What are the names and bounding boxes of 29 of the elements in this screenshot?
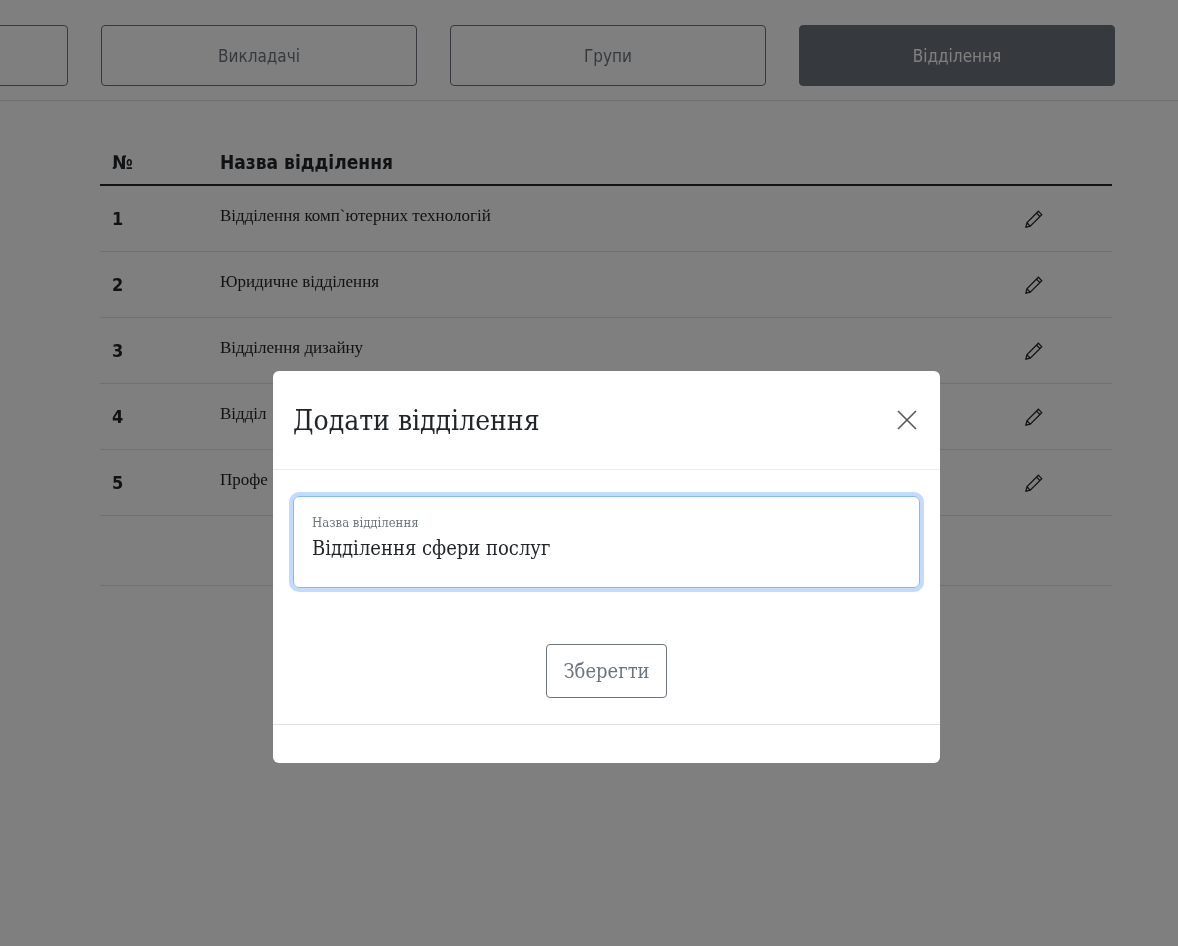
edit-button[interactable]	[1024, 472, 1044, 493]
edit-button[interactable]	[1024, 340, 1044, 361]
department-name: Відділення комп`ютерних технологій	[220, 205, 491, 226]
edit-button[interactable]	[1024, 274, 1044, 295]
tab[interactable]: Відділення	[799, 25, 1115, 86]
department-name: Профе	[220, 469, 268, 490]
row-number: 3	[111, 340, 125, 361]
edit-button[interactable]	[1024, 208, 1044, 229]
row-number: 5	[111, 472, 125, 493]
pencil-icon	[1024, 340, 1044, 361]
pencil-icon	[1024, 208, 1044, 229]
column-header: Назва відділення	[220, 150, 393, 173]
column-header: №	[111, 150, 134, 173]
pencil-icon	[1024, 406, 1044, 427]
save-button[interactable]: Зберегти	[546, 644, 667, 698]
department-name: Відділення дизайну	[220, 337, 364, 358]
field-label: Назва відділення	[312, 515, 419, 530]
row-number: 1	[111, 208, 125, 229]
row-number: 2	[111, 274, 125, 295]
department-name: Відділ	[220, 403, 267, 424]
text-input[interactable]: Відділення сфери послуг	[312, 536, 901, 560]
pencil-icon	[1024, 274, 1044, 295]
modal-title: Додати відділення	[293, 403, 540, 437]
edit-button[interactable]	[1024, 406, 1044, 427]
department-name: Юридичне відділення	[220, 271, 380, 292]
tab[interactable]: Групи	[450, 25, 766, 86]
pencil-icon	[1024, 472, 1044, 493]
tab[interactable]: Викладачі	[101, 25, 417, 86]
row-number: 4	[111, 406, 125, 427]
